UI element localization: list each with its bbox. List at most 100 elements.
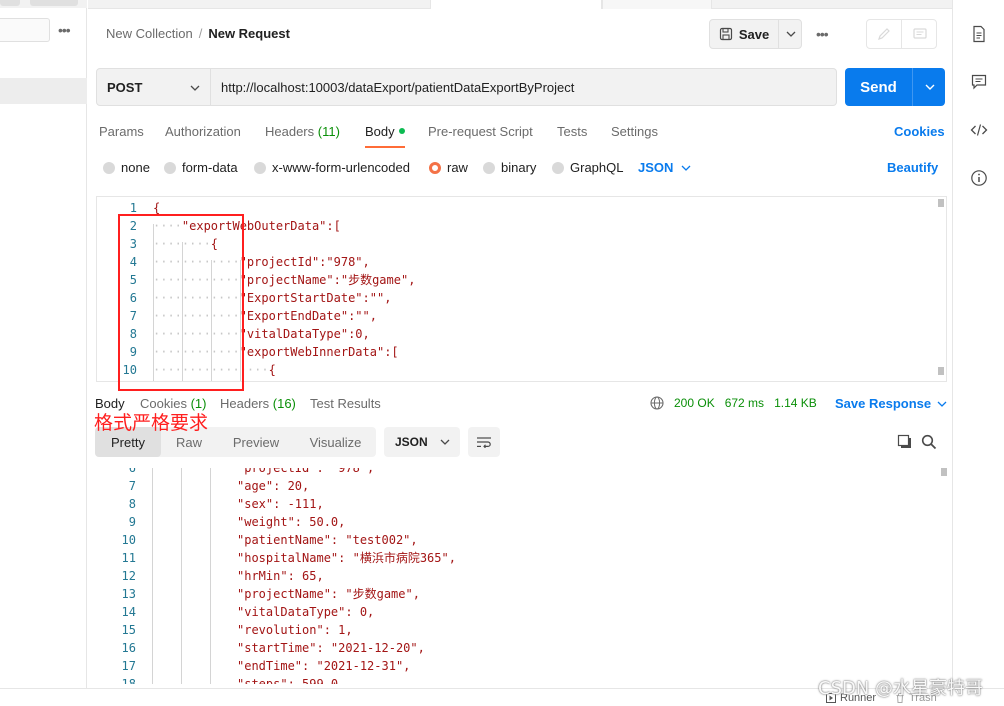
response-tab-test-results[interactable]: Test Results [310, 396, 381, 411]
radio-icon [552, 161, 564, 174]
view-visualize[interactable]: Visualize [295, 427, 376, 457]
search-icon[interactable] [921, 434, 937, 453]
edit-tools [866, 19, 937, 49]
response-size[interactable]: 1.14 KB [774, 396, 817, 410]
scroll-up-arrow[interactable] [941, 468, 947, 476]
response-code-text: "hospitalName": "横浜市病院365", [237, 551, 456, 565]
sidebar-more-icon[interactable]: ••• [58, 22, 78, 38]
radio-label: none [121, 160, 150, 175]
request-tab[interactable] [430, 0, 602, 9]
chevron-down-icon [440, 439, 450, 445]
body-type-raw[interactable]: raw [429, 160, 468, 175]
left-tab-segment[interactable] [30, 0, 78, 6]
watermark: CSDN @水星豪特哥 [818, 678, 984, 699]
breadcrumb-separator: / [198, 26, 203, 41]
tab-params[interactable]: Params [99, 124, 144, 139]
radio-icon [164, 161, 176, 174]
copy-icon[interactable] [897, 434, 913, 453]
comment-button[interactable] [902, 20, 937, 48]
code-token: "ExportStartDate":"", [239, 291, 392, 305]
tab-headers[interactable]: Headers (11) [265, 124, 340, 139]
radio-label: form-data [182, 160, 238, 175]
sidebar-selected-item[interactable] [0, 78, 87, 104]
code-icon[interactable] [970, 121, 988, 139]
response-scrollbar[interactable] [941, 468, 947, 682]
active-tab-underline [365, 146, 405, 148]
code-token: "projectName":"步数game", [239, 273, 416, 287]
response-body-viewer[interactable]: 6 "projectId": "978", 7 "age": 20, 8 "sex": -… [96, 468, 947, 684]
format-label: JSON [395, 435, 428, 449]
body-type-urlencoded[interactable]: x-www-form-urlencoded [254, 160, 410, 175]
response-code-text: "revolution": 1, [237, 623, 353, 637]
chevron-down-icon [937, 401, 947, 407]
breadcrumb-collection[interactable]: New Collection [106, 26, 193, 41]
save-button[interactable]: Save [710, 20, 779, 48]
line-number: 14 [121, 605, 136, 619]
body-format-select[interactable]: JSON [638, 160, 691, 175]
tab-label: Headers [220, 396, 270, 411]
body-type-none[interactable]: none [103, 160, 150, 175]
http-method-select[interactable]: POST [96, 68, 211, 106]
line-number: 6 [128, 468, 136, 475]
response-code-text: "vitalDataType": 0, [237, 605, 375, 619]
comments-icon[interactable] [970, 73, 988, 91]
response-tab-headers[interactable]: Headers (16) [220, 396, 296, 411]
tab-settings[interactable]: Settings [611, 124, 658, 139]
url-input[interactable]: http://localhost:10003/dataExport/patien… [211, 68, 837, 106]
save-response-label: Save Response [835, 396, 932, 411]
info-icon[interactable] [970, 169, 988, 187]
line-number: 16 [121, 641, 136, 655]
edit-button[interactable] [867, 20, 902, 48]
save-response-button[interactable]: Save Response [835, 396, 947, 411]
code-token: { [268, 363, 276, 377]
tab-body[interactable]: Body [365, 124, 405, 139]
beautify-button[interactable]: Beautify [887, 160, 938, 175]
response-code-text: "steps": 599.0, [237, 677, 346, 684]
view-preview[interactable]: Preview [217, 427, 295, 457]
response-status: 200 OK 672 ms 1.14 KB [650, 396, 817, 410]
floppy-disk-icon [719, 27, 732, 41]
chevron-down-icon [925, 84, 934, 90]
more-actions-icon[interactable]: ••• [816, 26, 836, 42]
indent-guide [210, 468, 211, 684]
wrap-lines-button[interactable] [468, 427, 500, 457]
line-number: 8 [128, 497, 136, 511]
line-number: 18 [121, 677, 136, 684]
left-tab-segment[interactable] [0, 0, 20, 6]
radio-selected-icon [429, 161, 441, 174]
editor-scrollbar[interactable] [938, 199, 944, 377]
send-options-button[interactable] [914, 68, 945, 106]
line-number: 13 [121, 587, 136, 601]
comment-icon [912, 27, 927, 39]
breadcrumb-request[interactable]: New Request [208, 26, 290, 41]
tab-label: Authorization [165, 124, 241, 139]
indent-guide [181, 468, 182, 684]
documentation-icon[interactable] [970, 25, 988, 43]
body-type-graphql[interactable]: GraphQL [552, 160, 623, 175]
scroll-up-arrow[interactable] [938, 199, 944, 207]
body-indicator-dot [398, 128, 405, 134]
save-button-group: Save [709, 19, 802, 49]
line-number: 12 [121, 569, 136, 583]
send-button[interactable]: Send [845, 68, 913, 106]
tab-tests[interactable]: Tests [557, 124, 587, 139]
tab-authorization[interactable]: Authorization [165, 124, 241, 139]
response-time[interactable]: 672 ms [725, 396, 764, 410]
response-format-select[interactable]: JSON [384, 427, 460, 457]
tab-pre-request-script[interactable]: Pre-request Script [428, 124, 533, 139]
body-type-binary[interactable]: binary [483, 160, 536, 175]
body-type-form-data[interactable]: form-data [164, 160, 238, 175]
tab-label: Settings [611, 124, 658, 139]
radio-icon [483, 161, 495, 174]
save-options-button[interactable] [779, 20, 802, 48]
globe-icon[interactable] [650, 396, 664, 410]
request-tab[interactable] [602, 0, 712, 9]
tab-label: Test Results [310, 396, 381, 411]
cookies-link[interactable]: Cookies [894, 124, 945, 139]
chevron-down-icon [190, 85, 200, 91]
scroll-down-arrow[interactable] [938, 367, 944, 375]
status-code[interactable]: 200 OK [674, 396, 715, 410]
response-code-text: "patientName": "test002", [237, 533, 418, 547]
send-button-group: Send [845, 68, 945, 106]
sidebar-search-input[interactable] [0, 18, 50, 42]
